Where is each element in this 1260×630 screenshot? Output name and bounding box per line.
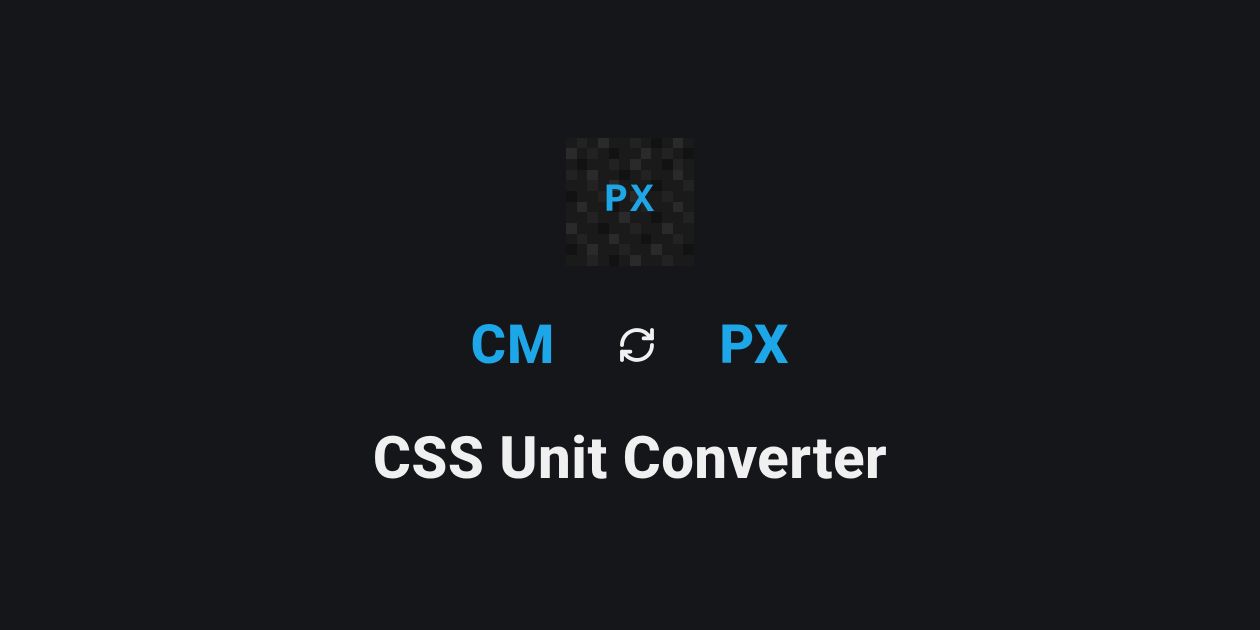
unit-conversion-row: CM PX (471, 314, 790, 377)
logo-text: PX (604, 179, 656, 224)
swap-icon (615, 323, 659, 367)
unit-to-label: PX (719, 314, 789, 377)
app-logo: PX (566, 138, 694, 266)
page-title: CSS Unit Converter (373, 425, 887, 493)
unit-from-label: CM (471, 314, 556, 377)
